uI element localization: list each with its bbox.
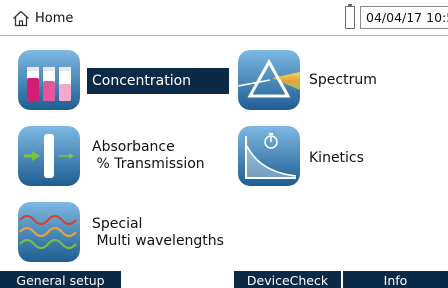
special-app-icon[interactable] (18, 202, 80, 262)
home-label: Home (35, 10, 74, 26)
concentration-label[interactable]: Concentration (87, 68, 229, 94)
battery-icon (345, 4, 355, 29)
home-icon (13, 10, 29, 26)
absorbance-app-icon[interactable] (18, 126, 80, 186)
special-label[interactable]: Special Multi wavelengths (92, 216, 224, 250)
datetime: 04/04/17 10:51 (360, 6, 448, 29)
prism-icon (238, 50, 300, 110)
concentration-app-icon[interactable] (18, 50, 80, 110)
tab-info[interactable]: Info (343, 271, 448, 288)
absorbance-label[interactable]: Absorbance % Transmission (92, 139, 205, 173)
vials-icon (18, 50, 80, 110)
spectrum-app-icon[interactable] (238, 50, 300, 110)
header-bar: Home 04/04/17 10:51 (0, 0, 448, 36)
spectrum-label[interactable]: Spectrum (309, 72, 377, 89)
kinetics-label[interactable]: Kinetics (309, 150, 364, 167)
kinetics-app-icon[interactable] (238, 126, 300, 186)
waves-icon (18, 202, 80, 262)
decay-curve-icon (238, 126, 300, 186)
tab-general-setup[interactable]: General setup (0, 271, 121, 288)
home-button[interactable]: Home (12, 9, 73, 27)
tab-device-check[interactable]: DeviceCheck (234, 271, 341, 288)
footer-tabs: General setup DeviceCheck Info (0, 271, 448, 288)
cuvette-arrows-icon (18, 126, 80, 186)
